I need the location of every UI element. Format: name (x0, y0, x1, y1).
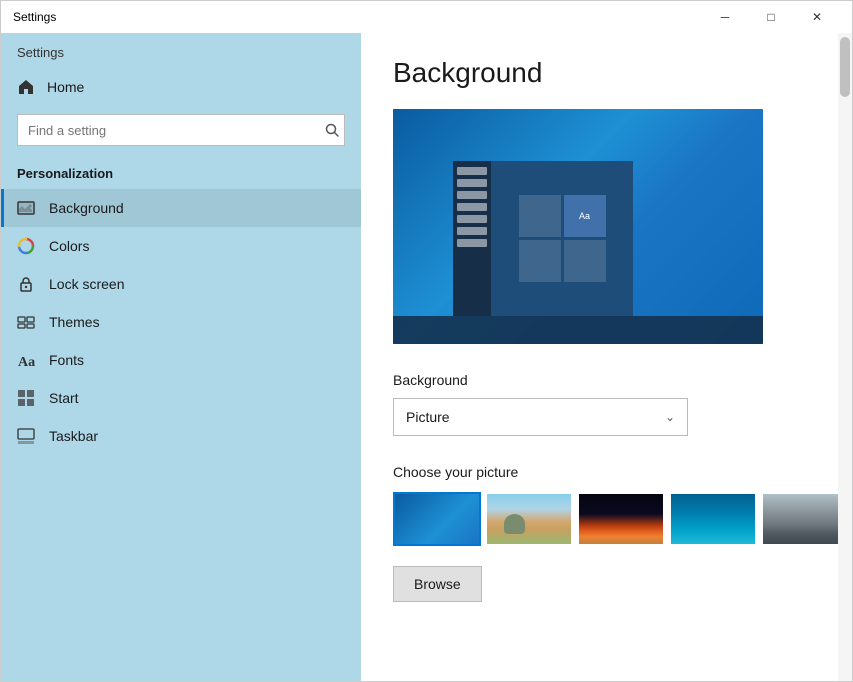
preview-window: Aa (453, 161, 633, 316)
browse-button[interactable]: Browse (393, 566, 482, 602)
home-icon (17, 78, 35, 96)
preview-sidebar-row (457, 191, 487, 199)
search-box (17, 114, 345, 146)
window-controls: ─ □ ✕ (702, 1, 840, 33)
desktop-preview: Aa (393, 109, 763, 344)
sidebar-item-background[interactable]: Background (1, 189, 361, 227)
maximize-button[interactable]: □ (748, 1, 794, 33)
preview-sidebar-row (457, 227, 487, 235)
fonts-icon: Aa (17, 351, 35, 369)
picture-thumb-4[interactable] (669, 492, 757, 546)
dropdown-value: Picture (406, 409, 450, 425)
lock-icon (17, 275, 35, 293)
sidebar-item-themes[interactable]: Themes (1, 303, 361, 341)
background-icon (17, 199, 35, 217)
search-input[interactable] (17, 114, 345, 146)
minimize-button[interactable]: ─ (702, 1, 748, 33)
svg-text:Aa: Aa (18, 355, 35, 369)
preview-desktop-bg: Aa (393, 109, 763, 344)
dropdown-container: Picture ⌄ (393, 398, 688, 436)
preview-tile-text: Aa (564, 195, 606, 237)
picture-thumb-1[interactable] (393, 492, 481, 546)
sidebar-item-home[interactable]: Home (1, 68, 361, 106)
scrollbar-thumb[interactable] (840, 37, 850, 97)
picture-thumb-3[interactable] (577, 492, 665, 546)
choose-picture-label: Choose your picture (393, 464, 820, 480)
preview-sidebar-row (457, 167, 487, 175)
start-icon (17, 389, 35, 407)
colors-icon (17, 237, 35, 255)
sidebar-item-start[interactable]: Start (1, 379, 361, 417)
background-label: Background (49, 200, 124, 216)
thumb-image-2 (487, 494, 571, 544)
scrollbar-track[interactable] (838, 33, 852, 681)
thumb-image-5 (763, 494, 847, 544)
thumb-image-1 (395, 494, 479, 544)
content-area: Background (361, 33, 852, 681)
picture-thumb-2[interactable] (485, 492, 573, 546)
sidebar-item-fonts[interactable]: Aa Fonts (1, 341, 361, 379)
preview-sidebar-row (457, 203, 487, 211)
start-label: Start (49, 390, 79, 406)
sidebar-app-title: Settings (1, 33, 361, 68)
preview-taskbar (393, 316, 763, 344)
search-button[interactable] (325, 123, 339, 137)
taskbar-label: Taskbar (49, 428, 98, 444)
picture-thumb-5[interactable] (761, 492, 849, 546)
title-bar: Settings ─ □ ✕ (1, 1, 852, 33)
preview-sidebar-row (457, 215, 487, 223)
thumb-image-4 (671, 494, 755, 544)
preview-sidebar-row (457, 179, 487, 187)
background-dropdown[interactable]: Picture ⌄ (393, 398, 688, 436)
taskbar-icon (17, 427, 35, 445)
picture-grid (393, 492, 820, 546)
preview-window-inner: Aa (453, 161, 633, 316)
sidebar-item-colors[interactable]: Colors (1, 227, 361, 265)
section-title: Personalization (1, 154, 361, 189)
settings-window: Settings ─ □ ✕ Settings Home (0, 0, 853, 682)
home-label: Home (47, 79, 84, 95)
chevron-down-icon: ⌄ (665, 410, 675, 424)
window-title: Settings (13, 10, 702, 24)
preview-sidebar (453, 161, 491, 316)
preview-tile (519, 195, 561, 237)
preview-main: Aa (491, 161, 633, 316)
preview-tile (519, 240, 561, 282)
lock-screen-label: Lock screen (49, 276, 124, 292)
themes-icon (17, 313, 35, 331)
sidebar: Settings Home (1, 33, 361, 681)
background-section-label: Background (393, 372, 820, 388)
sidebar-item-lock-screen[interactable]: Lock screen (1, 265, 361, 303)
colors-label: Colors (49, 238, 89, 254)
fonts-label: Fonts (49, 352, 84, 368)
preview-sidebar-row (457, 239, 487, 247)
themes-label: Themes (49, 314, 100, 330)
preview-tiles: Aa (519, 195, 606, 282)
preview-tile (564, 240, 606, 282)
page-title: Background (393, 57, 820, 89)
thumb-image-3 (579, 494, 663, 544)
close-button[interactable]: ✕ (794, 1, 840, 33)
sidebar-item-taskbar[interactable]: Taskbar (1, 417, 361, 455)
app-body: Settings Home (1, 33, 852, 681)
